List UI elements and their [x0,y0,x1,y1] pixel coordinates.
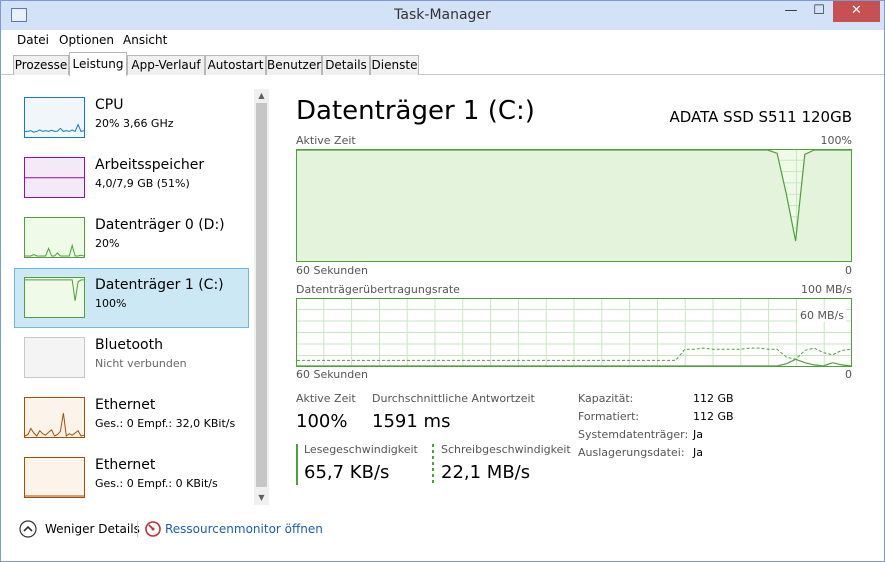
sidebar-scrollbar[interactable]: ▲ ▼ [254,89,269,505]
transfer-max-label: 100 MB/s [801,283,852,296]
write-speed-bar [432,444,434,485]
active-time-stat-label: Aktive Zeit [296,392,356,405]
performance-sidebar: CPU 20% 3,66 GHz Arbeitsspeicher 4,0/7,9… [14,88,254,508]
active-time-time-label: 60 Sekunden [296,264,368,277]
footer-divider [137,521,138,537]
ethernet1-thumbnail [24,397,85,438]
scroll-down-arrow-icon[interactable]: ▼ [254,491,269,505]
active-time-max-label: 100% [820,134,852,147]
maximize-button[interactable]: ☐ [805,1,833,22]
scroll-thumb[interactable] [256,103,267,487]
window-title: Task-Manager [394,7,491,23]
disk-model: ADATA SSD S511 120GB [669,108,853,126]
detail-pane: Datenträger 1 (C:) ADATA SSD S511 120GB … [296,96,856,496]
sidebar-item-ethernet-2[interactable]: Ethernet Ges.: 0 Empf.: 0 KBit/s [14,448,249,508]
close-button[interactable]: ✕ [833,1,880,22]
tab-leistung[interactable]: Leistung [69,52,127,76]
sidebar-item-sub: Ges.: 0 Empf.: 0 KBit/s [95,477,218,490]
tab-dienste[interactable]: Dienste [370,55,419,75]
read-speed-value: 65,7 KB/s [304,462,390,483]
read-speed-label: Lesegeschwindigkeit [304,443,418,456]
transfer-rate-chart [296,298,852,370]
sidebar-item-sub: Ges.: 0 Empf.: 32,0 KBit/s [95,417,236,430]
resource-monitor-link[interactable]: Ressourcenmonitor öffnen [165,522,323,536]
active-time-stat-value: 100% [296,411,348,432]
active-time-chart [296,149,852,265]
page-file-value: Ja [693,446,703,459]
system-disk-label: Systemdatenträger: [578,428,689,441]
transfer-chart-label: Datenträgerübertragungsrate [296,283,460,296]
sidebar-item-memory[interactable]: Arbeitsspeicher 4,0/7,9 GB (51%) [14,148,249,208]
cpu-thumbnail [24,97,85,138]
formatted-value: 112 GB [693,410,734,423]
tab-autostart[interactable]: Autostart [205,55,266,75]
sidebar-item-sub: 20% 3,66 GHz [95,117,174,130]
write-speed-value: 22,1 MB/s [441,462,531,483]
sidebar-item-name: Datenträger 1 (C:) [95,277,224,293]
transfer-rate-chart-svg [296,298,852,367]
menu-datei[interactable]: Datei [17,33,49,47]
thumbnail-frame [24,397,85,438]
active-time-chart-svg [296,149,852,262]
sidebar-item-name: Ethernet [95,397,156,413]
sidebar-item-name: Ethernet [95,457,156,473]
footer: Weniger Details Ressourcenmonitor öffnen [1,513,884,545]
memory-thumbnail [24,157,85,198]
active-time-zero-label: 0 [845,264,852,277]
chevron-up-icon[interactable] [19,520,37,538]
disk0-thumbnail [24,217,85,258]
ethernet2-thumbnail [24,457,85,498]
page-file-label: Auslagerungsdatei: [578,446,685,459]
sidebar-item-cpu[interactable]: CPU 20% 3,66 GHz [14,88,249,148]
sidebar-item-ethernet-1[interactable]: Ethernet Ges.: 0 Empf.: 32,0 KBit/s [14,388,249,448]
fewer-details-link[interactable]: Weniger Details [45,522,140,536]
sidebar-item-sub: 100% [95,297,127,310]
sidebar-item-disk-0[interactable]: Datenträger 0 (D:) 20% [14,208,249,268]
sidebar-item-sub: 20% [95,237,120,250]
formatted-label: Formatiert: [578,410,640,423]
sidebar-item-name: Bluetooth [95,337,163,353]
resource-monitor-icon[interactable] [144,520,162,538]
minimize-button[interactable]: — [777,1,805,22]
sidebar-item-name: CPU [95,97,124,113]
transfer-zero-label: 0 [845,368,852,381]
active-time-chart-label: Aktive Zeit [296,134,356,147]
thumbnail-frame [24,457,85,498]
scroll-up-arrow-icon[interactable]: ▲ [254,89,269,103]
thumbnail-frame [24,217,85,258]
tab-benutzer[interactable]: Benutzer [266,55,322,75]
response-time-value: 1591 ms [372,411,451,432]
transfer-time-label: 60 Sekunden [296,368,368,381]
title-bar[interactable]: Task-Manager — ☐ ✕ [1,1,884,30]
sidebar-item-name: Datenträger 0 (D:) [95,217,225,233]
tab-app-verlauf[interactable]: App-Verlauf [127,55,205,75]
sidebar-item-sub: Nicht verbunden [95,357,187,370]
bluetooth-thumbnail [24,337,85,378]
tab-prozesse[interactable]: Prozesse [13,55,69,75]
transfer-mid-label: 60 MB/s [798,309,846,322]
tab-bar: Prozesse Leistung App-Verlauf Autostart … [1,51,884,76]
menu-optionen[interactable]: Optionen [59,33,114,47]
system-disk-value: Ja [693,428,703,441]
write-speed-label: Schreibgeschwindigkeit [441,443,571,456]
capacity-label: Kapazität: [578,392,634,405]
tab-details[interactable]: Details [322,55,370,75]
capacity-value: 112 GB [693,392,734,405]
sidebar-item-bluetooth[interactable]: Bluetooth Nicht verbunden [14,328,249,388]
disk1-thumbnail [24,277,85,318]
sidebar-item-name: Arbeitsspeicher [95,157,205,173]
detail-title: Datenträger 1 (C:) [296,96,535,126]
thumbnail-frame [24,337,85,378]
read-speed-bar [296,444,298,485]
sidebar-item-sub: 4,0/7,9 GB (51%) [95,177,190,190]
active-time-area [297,150,851,261]
sidebar-item-disk-1[interactable]: Datenträger 1 (C:) 100% [14,268,249,328]
response-time-label: Durchschnittliche Antwortzeit [372,392,535,405]
menu-ansicht[interactable]: Ansicht [123,33,167,47]
menu-bar: Datei Optionen Ansicht [1,30,884,51]
task-manager-window: Task-Manager — ☐ ✕ Datei Optionen Ansich… [0,0,885,562]
